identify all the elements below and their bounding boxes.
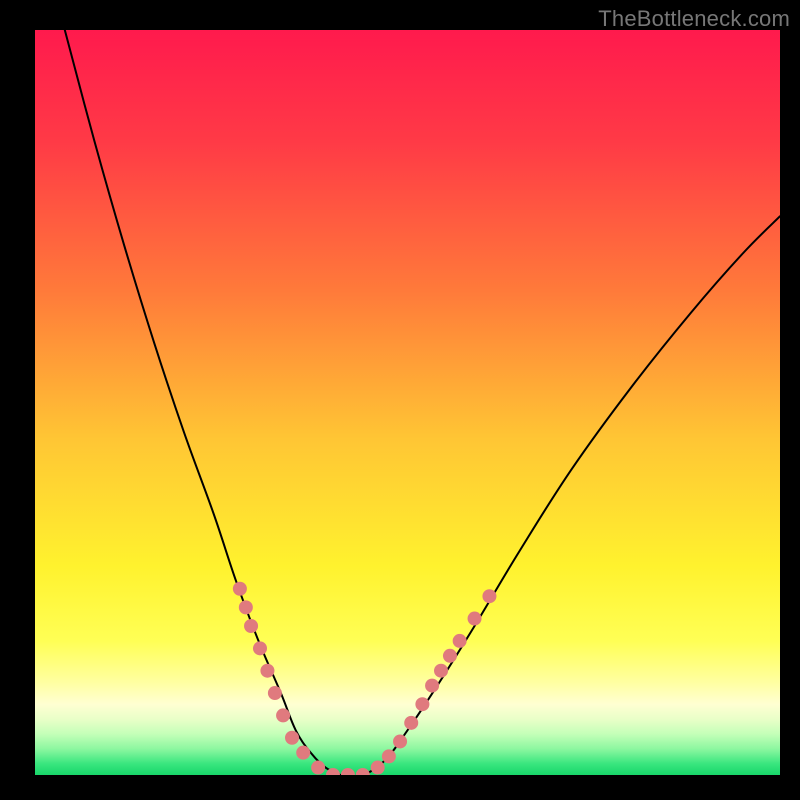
data-marker <box>326 768 340 782</box>
data-marker <box>404 716 418 730</box>
data-marker <box>356 768 370 782</box>
data-marker <box>415 697 429 711</box>
data-marker <box>371 761 385 775</box>
data-marker <box>253 641 267 655</box>
plot-background <box>35 30 780 775</box>
data-marker <box>285 731 299 745</box>
data-marker <box>453 634 467 648</box>
data-marker <box>276 708 290 722</box>
data-marker <box>425 679 439 693</box>
data-marker <box>268 686 282 700</box>
data-marker <box>482 589 496 603</box>
watermark-text: TheBottleneck.com <box>598 6 790 32</box>
data-marker <box>443 649 457 663</box>
data-marker <box>233 582 247 596</box>
data-marker <box>244 619 258 633</box>
data-marker <box>239 600 253 614</box>
data-marker <box>468 612 482 626</box>
chart-frame: TheBottleneck.com <box>0 0 800 800</box>
data-marker <box>434 664 448 678</box>
data-marker <box>296 746 310 760</box>
data-marker <box>311 761 325 775</box>
data-marker <box>341 768 355 782</box>
data-marker <box>393 734 407 748</box>
data-marker <box>382 749 396 763</box>
bottleneck-chart <box>0 0 800 800</box>
data-marker <box>260 664 274 678</box>
